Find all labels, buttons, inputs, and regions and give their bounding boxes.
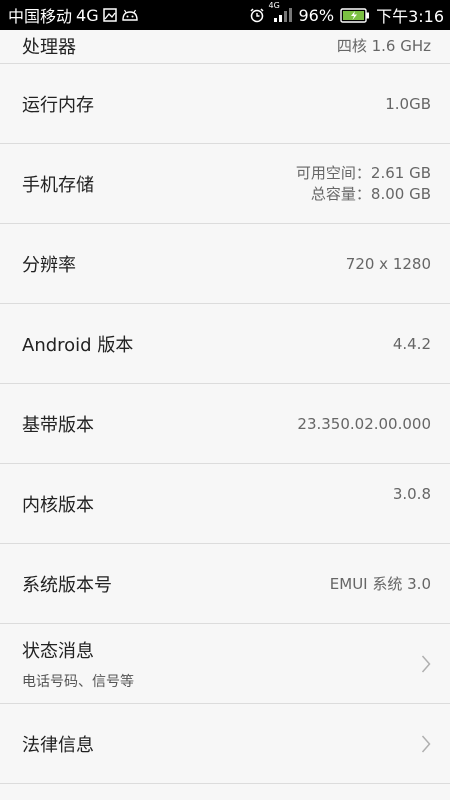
row-value: 4.4.2 [392,334,431,353]
status-bar: 中国移动 4G 4G 96% 下午3:16 [0,0,450,30]
chevron-right-icon [421,734,431,754]
row-label: Android 版本 [22,334,134,356]
row-processor: 处理器 四核 1.6 GHz [0,30,450,64]
signal-type-label: 4G [268,1,280,10]
row-legal-info[interactable]: 法律信息 [0,704,450,784]
signal-icon: 4G [269,2,293,23]
row-ram: 运行内存 1.0GB [0,64,450,144]
android-icon [121,9,139,21]
row-label: 法律信息 [22,734,94,756]
row-value: EMUI 系统 3.0 [329,575,431,593]
row-label: 分辨率 [22,254,76,276]
storage-available: 可用空间：2.61 GB [295,163,431,182]
row-resolution: 分辨率 720 x 1280 [0,224,450,304]
row-subtitle: 电话号码、信号等 [22,673,134,690]
alarm-icon [249,7,265,23]
image-icon [102,8,117,22]
row-label: 处理器 [22,36,76,58]
row-status[interactable]: 状态消息 电话号码、信号等 [0,624,450,704]
carrier-name: 中国移动 [8,7,73,26]
row-label: 运行内存 [22,94,94,116]
row-value: 四核 1.6 GHz [336,37,431,55]
row-value: 3.0.8 [392,485,431,503]
row-value: 1.0GB [385,94,431,113]
about-phone-list: 处理器 四核 1.6 GHz 运行内存 1.0GB 手机存储 可用空间：2.61… [0,30,450,784]
row-label: 基带版本 [22,414,94,436]
storage-total: 总容量：8.00 GB [310,184,431,203]
network-type: 4G [76,5,99,25]
row-label: 系统版本号 [22,574,112,596]
about-phone-list-viewport[interactable]: 处理器 四核 1.6 GHz 运行内存 1.0GB 手机存储 可用空间：2.61… [0,30,450,800]
row-build-number[interactable]: 系统版本号 EMUI 系统 3.0 [0,544,450,624]
row-label: 内核版本 [22,494,94,516]
chevron-right-icon [421,654,431,674]
clock-time: 下午3:16 [376,7,444,26]
row-storage: 手机存储 可用空间：2.61 GB 总容量：8.00 GB [0,144,450,224]
row-baseband-version: 基带版本 23.350.02.00.000 [0,384,450,464]
battery-charging-icon [340,7,370,23]
row-value: 可用空间：2.61 GB 总容量：8.00 GB [296,163,431,205]
row-android-version[interactable]: Android 版本 4.4.2 [0,304,450,384]
row-value: 23.350.02.00.000 [297,414,431,433]
row-label-block: 状态消息 电话号码、信号等 [22,637,134,691]
row-label: 状态消息 [22,640,94,662]
row-kernel-version: 内核版本 3.0.8 [0,464,450,544]
battery-percent: 96% [298,5,335,25]
row-value: 720 x 1280 [345,254,431,273]
row-label: 手机存储 [22,174,94,196]
